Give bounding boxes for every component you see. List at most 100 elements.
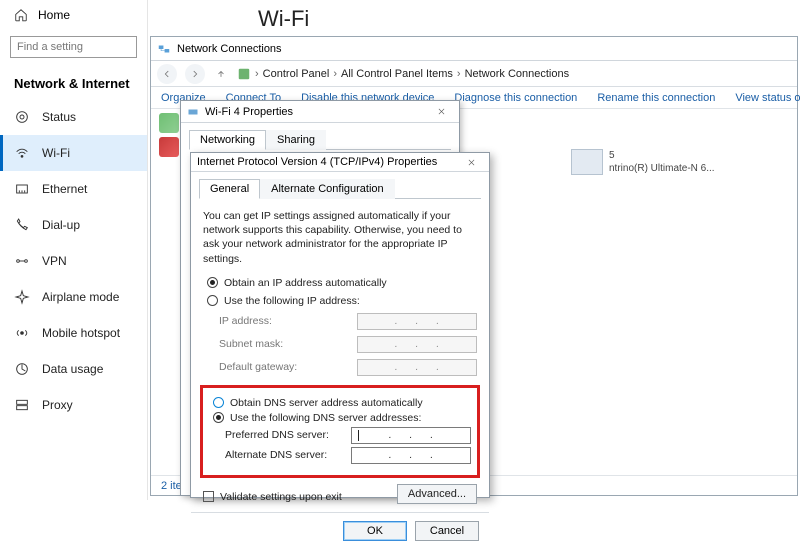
arrow-left-icon — [162, 69, 172, 79]
radio-icon — [207, 277, 218, 288]
chevron-icon: › — [255, 68, 259, 80]
home-link[interactable]: Home — [0, 0, 147, 30]
tab-networking[interactable]: Networking — [189, 130, 266, 150]
nav-list: Status Wi-Fi Ethernet Dial-up VPN Airpla… — [0, 99, 147, 423]
datausage-icon — [14, 361, 30, 377]
ip-input: ... — [357, 359, 477, 376]
nav-ethernet[interactable]: Ethernet — [0, 171, 147, 207]
radio-label: Obtain an IP address automatically — [224, 277, 387, 289]
nav-label: Status — [42, 110, 76, 124]
ipv4-body: You can get IP settings assigned automat… — [191, 199, 489, 512]
nav-label: Dial-up — [42, 218, 80, 232]
nav-dialup[interactable]: Dial-up — [0, 207, 147, 243]
tab-altconfig[interactable]: Alternate Configuration — [260, 179, 395, 199]
breadcrumb[interactable]: › Control Panel › All Control Panel Item… — [237, 67, 569, 81]
nav-label: Proxy — [42, 398, 73, 412]
radio-icon — [213, 412, 224, 423]
nav-airplane[interactable]: Airplane mode — [0, 279, 147, 315]
crumb-1[interactable]: All Control Panel Items — [341, 68, 453, 80]
field-label: Subnet mask: — [219, 338, 283, 350]
dns-highlight-box: Obtain DNS server address automatically … — [200, 385, 480, 478]
explorer-titlebar[interactable]: Network Connections — [151, 37, 797, 61]
nav-label: VPN — [42, 254, 67, 268]
crumb-0[interactable]: Control Panel — [263, 68, 330, 80]
netconn-icon — [157, 42, 171, 56]
forward-button[interactable] — [185, 64, 205, 84]
dns-input[interactable]: ... — [351, 427, 471, 444]
toolbar-diagnose[interactable]: Diagnose this connection — [454, 92, 577, 104]
close-button[interactable] — [459, 153, 483, 171]
nav-label: Mobile hotspot — [42, 326, 120, 340]
radio-icon — [213, 397, 224, 408]
connection-icons — [159, 113, 179, 157]
find-placeholder: Find a setting — [17, 41, 83, 53]
radio-label: Obtain DNS server address automatically — [230, 397, 423, 409]
nav-proxy[interactable]: Proxy — [0, 387, 147, 423]
dialog-buttons: OK Cancel — [191, 512, 489, 549]
arrow-right-icon — [190, 69, 200, 79]
ipv4-titlebar[interactable]: Internet Protocol Version 4 (TCP/IPv4) P… — [191, 153, 489, 172]
tab-sharing[interactable]: Sharing — [266, 130, 326, 150]
ipv4-description: You can get IP settings assigned automat… — [203, 209, 477, 266]
radio-ip-auto[interactable]: Obtain an IP address automatically — [207, 277, 477, 289]
nav-wifi[interactable]: Wi-Fi — [0, 135, 147, 171]
back-button[interactable] — [157, 64, 177, 84]
nav-label: Ethernet — [42, 182, 87, 196]
ok-button[interactable]: OK — [343, 521, 407, 541]
field-label: Alternate DNS server: — [225, 449, 327, 461]
cancel-button[interactable]: Cancel — [415, 521, 479, 541]
connection-icon[interactable] — [159, 137, 179, 157]
nav-label: Data usage — [42, 362, 103, 376]
chevron-icon: › — [333, 68, 337, 80]
nav-label: Airplane mode — [42, 290, 119, 304]
field-default-gateway: Default gateway: ... — [219, 359, 477, 376]
connection-icon[interactable] — [159, 113, 179, 133]
radio-icon — [207, 295, 218, 306]
wifi-icon — [14, 145, 30, 161]
ipv4-title: Internet Protocol Version 4 (TCP/IPv4) P… — [197, 156, 437, 168]
wifi4-titlebar[interactable]: Wi-Fi 4 Properties — [181, 101, 459, 123]
airplane-icon — [14, 289, 30, 305]
connection-item[interactable]: 5 ntrino(R) Ultimate-N 6... — [569, 145, 769, 179]
adapter-icon — [187, 106, 199, 118]
ipv4-tabs: General Alternate Configuration — [199, 178, 481, 199]
nav-hotspot[interactable]: Mobile hotspot — [0, 315, 147, 351]
field-label: Preferred DNS server: — [225, 429, 329, 441]
advanced-button[interactable]: Advanced... — [397, 484, 477, 504]
toolbar-rename[interactable]: Rename this connection — [597, 92, 715, 104]
conn-line1: 5 — [609, 149, 715, 162]
up-button[interactable] — [213, 66, 229, 82]
close-button[interactable] — [429, 103, 453, 121]
ipv4-properties-window: Internet Protocol Version 4 (TCP/IPv4) P… — [190, 152, 490, 498]
nav-vpn[interactable]: VPN — [0, 243, 147, 279]
settings-sidebar: Home Find a setting Network & Internet S… — [0, 0, 148, 500]
checkbox-label: Validate settings upon exit — [220, 491, 342, 503]
dns-input[interactable]: ... — [351, 447, 471, 464]
wifi4-title: Wi-Fi 4 Properties — [205, 106, 293, 118]
toolbar-viewstatus[interactable]: View status of this connection — [735, 92, 800, 104]
validate-checkbox[interactable]: Validate settings upon exit — [203, 491, 342, 503]
home-label: Home — [38, 8, 70, 22]
field-preferred-dns: Preferred DNS server: ... — [225, 427, 471, 444]
close-icon — [467, 158, 476, 167]
radio-dns-auto[interactable]: Obtain DNS server address automatically — [213, 397, 471, 409]
nav-datausage[interactable]: Data usage — [0, 351, 147, 387]
explorer-title: Network Connections — [177, 43, 282, 55]
ethernet-icon — [14, 181, 30, 197]
arrow-up-icon — [216, 69, 226, 79]
find-setting-input[interactable]: Find a setting — [10, 36, 137, 58]
field-label: Default gateway: — [219, 361, 297, 373]
hotspot-icon — [14, 325, 30, 341]
nav-status[interactable]: Status — [0, 99, 147, 135]
tab-general[interactable]: General — [199, 179, 260, 199]
ip-input: ... — [357, 313, 477, 330]
radio-ip-manual[interactable]: Use the following IP address: — [207, 295, 477, 307]
checkbox-icon — [203, 491, 214, 502]
category-heading: Network & Internet — [0, 70, 147, 99]
ip-input: ... — [357, 336, 477, 353]
dialup-icon — [14, 217, 30, 233]
radio-dns-manual[interactable]: Use the following DNS server addresses: — [213, 412, 471, 424]
crumb-2[interactable]: Network Connections — [465, 68, 570, 80]
page-title: Wi-Fi — [148, 0, 800, 36]
control-panel-icon — [237, 67, 251, 81]
